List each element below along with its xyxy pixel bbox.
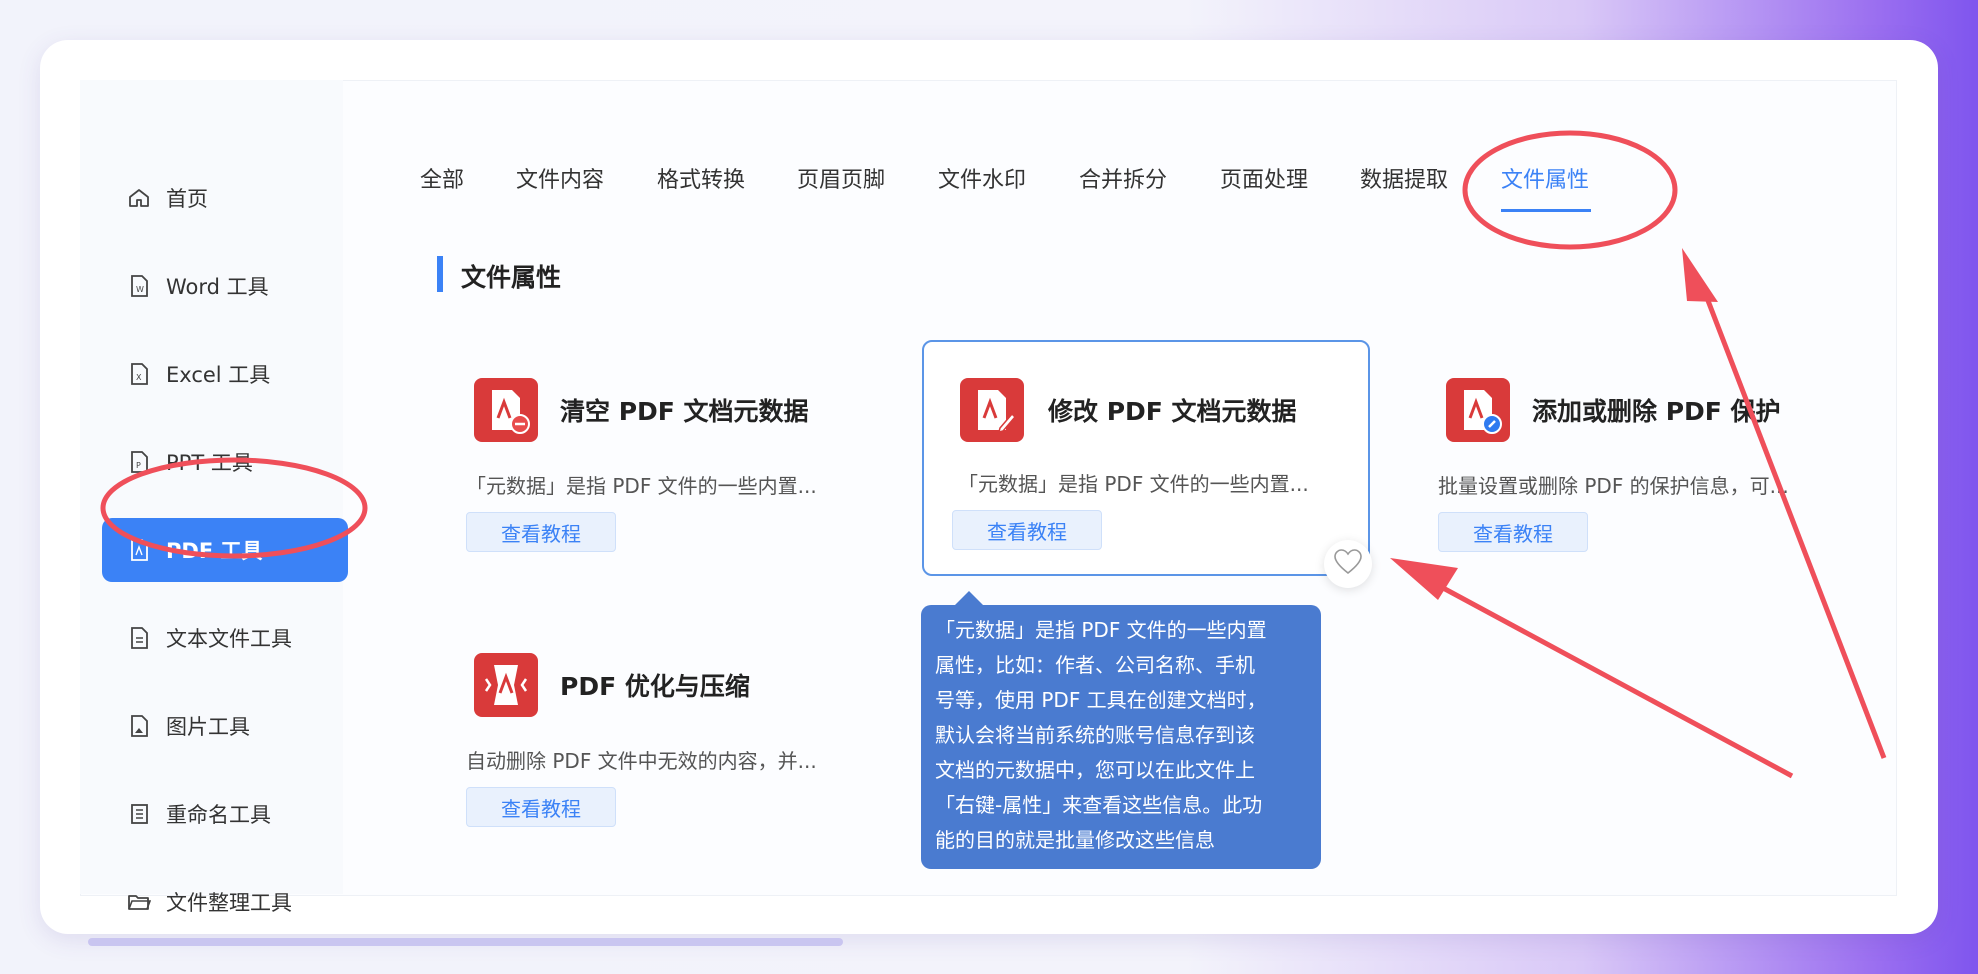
svg-text:W: W	[136, 285, 144, 294]
sidebar: 首页 W Word 工具 X Excel 工具 P PPT 工具 PDF 工具 …	[80, 80, 348, 915]
tab-extract[interactable]: 数据提取	[1360, 162, 1448, 194]
rename-icon	[126, 801, 152, 827]
tool-card-edit-metadata[interactable]: 修改 PDF 文档元数据 「元数据」是指 PDF 文件的一些内置... 查看教程	[922, 340, 1370, 576]
tab-page[interactable]: 页面处理	[1220, 162, 1308, 194]
tool-card-pdf-compress[interactable]: PDF 优化与压缩 自动删除 PDF 文件中无效的内容，并... 查看教程	[430, 617, 878, 853]
tool-card-pdf-protection[interactable]: 添加或删除 PDF 保护 批量设置或删除 PDF 的保护信息，可... 查看教程	[1402, 342, 1850, 578]
tool-name: PDF 优化与压缩	[560, 672, 750, 701]
sidebar-item-organize[interactable]: 文件整理工具	[102, 870, 348, 934]
sidebar-item-ppt[interactable]: P PPT 工具	[102, 430, 348, 494]
horizontal-scrollbar[interactable]	[88, 938, 843, 946]
svg-text:P: P	[136, 461, 141, 470]
sidebar-item-label: Excel 工具	[166, 363, 271, 387]
view-tutorial-button[interactable]: 查看教程	[952, 510, 1102, 550]
active-tab-indicator	[1501, 209, 1591, 212]
image-file-icon	[126, 713, 152, 739]
tab-file-properties[interactable]: 文件属性	[1501, 162, 1589, 194]
pdf-file-icon	[126, 537, 152, 563]
excel-file-icon: X	[126, 361, 152, 387]
sidebar-item-rename[interactable]: 重命名工具	[102, 782, 348, 846]
tool-description: 自动删除 PDF 文件中无效的内容，并...	[466, 749, 817, 773]
section-title: 文件属性	[461, 263, 562, 292]
pdf-clear-icon	[474, 378, 538, 442]
sidebar-item-label: 文本文件工具	[166, 627, 292, 651]
sidebar-item-pdf[interactable]: PDF 工具	[102, 518, 348, 582]
tab-watermark[interactable]: 文件水印	[938, 162, 1026, 194]
view-tutorial-button[interactable]: 查看教程	[1438, 512, 1588, 552]
tooltip-line: 默认会将当前系统的账号信息存到该	[935, 723, 1255, 747]
tooltip-line: 「元数据」是指 PDF 文件的一些内置	[935, 618, 1267, 642]
tab-convert[interactable]: 格式转换	[657, 162, 745, 194]
sidebar-item-label: 首页	[166, 187, 208, 211]
sidebar-item-label: PPT 工具	[166, 451, 253, 475]
heart-icon	[1333, 548, 1363, 580]
tool-card-clear-metadata[interactable]: 清空 PDF 文档元数据 「元数据」是指 PDF 文件的一些内置... 查看教程	[430, 342, 878, 578]
tooltip-line: 属性，比如：作者、公司名称、手机	[935, 653, 1255, 677]
tool-name: 修改 PDF 文档元数据	[1048, 397, 1297, 426]
tab-content[interactable]: 文件内容	[516, 162, 604, 194]
tool-name: 清空 PDF 文档元数据	[560, 397, 809, 426]
section-accent-bar	[437, 256, 443, 292]
tooltip-line: 「右键-属性」来查看这些信息。此功	[935, 793, 1263, 817]
sidebar-item-word[interactable]: W Word 工具	[102, 254, 348, 318]
sidebar-item-home[interactable]: 首页	[102, 166, 348, 230]
tool-description-tooltip: 「元数据」是指 PDF 文件的一些内置 属性，比如：作者、公司名称、手机 号等，…	[921, 591, 1321, 869]
favorite-button[interactable]	[1324, 540, 1372, 588]
ppt-file-icon: P	[126, 449, 152, 475]
sidebar-item-label: 文件整理工具	[166, 891, 292, 915]
sidebar-item-excel[interactable]: X Excel 工具	[102, 342, 348, 406]
tooltip-line: 文档的元数据中，您可以在此文件上	[935, 758, 1255, 782]
pdf-lock-icon	[1446, 378, 1510, 442]
tool-description: 「元数据」是指 PDF 文件的一些内置...	[958, 472, 1309, 496]
sidebar-item-label: PDF 工具	[166, 539, 263, 563]
tooltip-line: 能的目的就是批量修改这些信息	[935, 828, 1215, 852]
sidebar-item-image[interactable]: 图片工具	[102, 694, 348, 758]
home-icon	[126, 185, 152, 211]
tab-all[interactable]: 全部	[420, 162, 464, 194]
pdf-edit-icon	[960, 378, 1024, 442]
tooltip-line: 号等，使用 PDF 工具在创建文档时，	[935, 688, 1267, 712]
pdf-compress-icon	[474, 653, 538, 717]
view-tutorial-button[interactable]: 查看教程	[466, 787, 616, 827]
sidebar-item-label: 图片工具	[166, 715, 250, 739]
text-file-icon	[126, 625, 152, 651]
folder-icon	[126, 889, 152, 915]
view-tutorial-button[interactable]: 查看教程	[466, 512, 616, 552]
tool-description: 「元数据」是指 PDF 文件的一些内置...	[466, 474, 817, 498]
sidebar-item-text[interactable]: 文本文件工具	[102, 606, 348, 670]
tool-name: 添加或删除 PDF 保护	[1532, 397, 1781, 426]
svg-text:X: X	[136, 373, 142, 382]
tool-description: 批量设置或删除 PDF 的保护信息，可...	[1438, 474, 1789, 498]
tab-header-footer[interactable]: 页眉页脚	[797, 162, 885, 194]
word-file-icon: W	[126, 273, 152, 299]
sidebar-item-label: 重命名工具	[166, 803, 271, 827]
sidebar-item-label: Word 工具	[166, 275, 269, 299]
tab-merge-split[interactable]: 合并拆分	[1079, 162, 1167, 194]
